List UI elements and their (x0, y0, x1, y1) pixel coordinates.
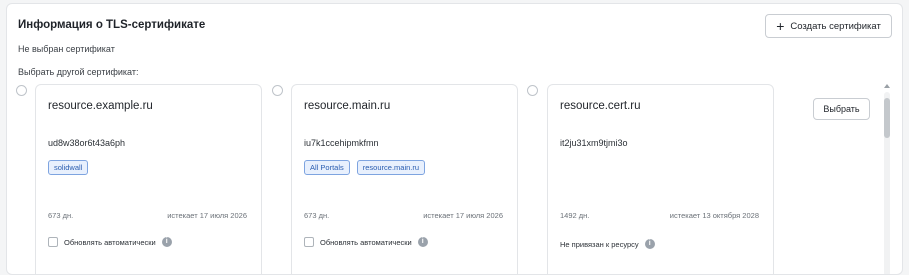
scroll-thumb[interactable] (884, 98, 890, 138)
certificate-tag[interactable]: resource.main.ru (356, 160, 426, 175)
auto-renew-label: Обновлять автоматически (64, 237, 156, 247)
auto-renew-checkbox[interactable] (304, 237, 314, 247)
certificate-card[interactable]: resource.example.ru ud8w38or6t43a6ph sol… (35, 84, 262, 274)
certificate-tags: All Portals resource.main.ru (304, 160, 426, 175)
auto-renew-checkbox[interactable] (48, 237, 58, 247)
certificate-tag[interactable]: solidwall (48, 160, 89, 175)
auto-renew-label: Обновлять автоматически (320, 237, 412, 247)
certificate-expires: истекает 17 июля 2026 (423, 211, 503, 220)
auto-renew-option: Обновлять автоматически i (304, 237, 428, 247)
certificate-days: 673 дн. (304, 211, 330, 220)
not-bound-label: Не привязан к ресурсу (560, 239, 639, 249)
not-bound-status: Не привязан к ресурсу i (560, 239, 655, 249)
certificate-days: 1492 дн. (560, 211, 590, 220)
info-icon[interactable]: i (161, 237, 172, 247)
certificate-radio-2[interactable] (272, 85, 283, 96)
create-certificate-button[interactable]: + Создать сертификат (765, 14, 892, 38)
certificate-id: ud8w38or6t43a6ph (48, 138, 126, 148)
chevron-up-icon[interactable] (884, 84, 890, 88)
certificate-name: resource.cert.ru (560, 100, 641, 112)
certificate-name: resource.example.ru (48, 100, 153, 112)
certificate-id: iu7k1ccehipmkfmn (304, 138, 379, 148)
select-button[interactable]: Выбрать (813, 98, 870, 120)
create-certificate-label: Создать сертификат (790, 20, 881, 32)
certificate-radio-1[interactable] (16, 85, 27, 96)
choose-other-label: Выбрать другой сертификат: (18, 67, 139, 77)
tls-certificate-panel: Информация о TLS-сертификате + Создать с… (6, 3, 903, 275)
certificate-radio-3[interactable] (527, 85, 538, 96)
certificate-id: it2ju31xm9tjmi3o (560, 138, 628, 148)
info-icon[interactable]: i (644, 239, 655, 249)
certificate-card[interactable]: resource.main.ru iu7k1ccehipmkfmn All Po… (291, 84, 518, 274)
certificate-name: resource.main.ru (304, 100, 391, 112)
section-title: Информация о TLS-сертификате (18, 19, 206, 31)
certificate-tags: solidwall (48, 160, 89, 175)
auto-renew-option: Обновлять автоматически i (48, 237, 172, 247)
certificate-expires: истекает 17 июля 2026 (167, 211, 247, 220)
certificate-days: 673 дн. (48, 211, 74, 220)
certificate-expires: истекает 13 октября 2028 (669, 211, 759, 220)
certificate-card[interactable]: resource.cert.ru it2ju31xm9tjmi3o 1492 д… (547, 84, 774, 274)
plus-icon: + (776, 17, 785, 34)
info-icon[interactable]: i (417, 237, 428, 247)
no-certificate-text: Не выбран сертификат (18, 44, 115, 54)
certificate-tag[interactable]: All Portals (304, 160, 350, 175)
vertical-scrollbar[interactable] (883, 84, 891, 274)
